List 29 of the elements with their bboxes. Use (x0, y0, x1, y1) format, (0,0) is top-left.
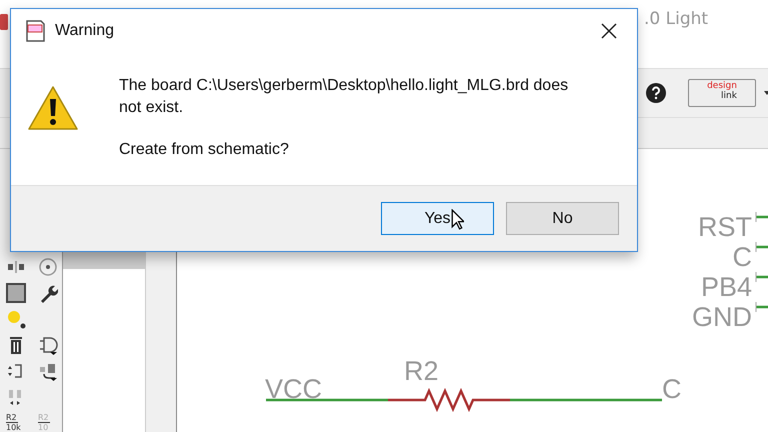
dot-icon[interactable] (6, 309, 26, 329)
warning-icon (27, 85, 79, 131)
pin (756, 302, 768, 312)
document-icon (25, 20, 45, 42)
dialog-button[interactable]: No (506, 202, 619, 235)
dialog-button[interactable]: Yes (381, 202, 494, 235)
message-text: The board C:\Users\gerberm\Desktop\hello.light_MLG.brd does not exist. (119, 76, 570, 118)
pin (756, 242, 768, 252)
close-icon[interactable] (601, 23, 617, 39)
app-icon (0, 12, 8, 32)
cursor-icon (451, 209, 464, 230)
question-text: Create from schematic? (119, 140, 290, 160)
help-icon[interactable] (646, 83, 666, 103)
design-link-button[interactable]: design link (688, 79, 756, 107)
net-label: VCC (265, 374, 322, 404)
dialog-title: Warning (55, 22, 114, 40)
window-title: .0 Light (644, 9, 708, 29)
replace-icon[interactable] (38, 361, 58, 381)
rectangle-icon[interactable] (6, 283, 26, 303)
circle-icon[interactable] (38, 257, 58, 277)
add-part-icon[interactable] (38, 335, 58, 355)
pin (756, 272, 768, 282)
pin-label: RST (698, 212, 752, 242)
pin-label: PB4 (700, 272, 752, 302)
pin-label: GND (692, 302, 752, 332)
pin-label: C (732, 242, 752, 272)
pin (756, 212, 768, 222)
part-label: R2 (404, 356, 439, 386)
net-label: C (662, 374, 682, 404)
